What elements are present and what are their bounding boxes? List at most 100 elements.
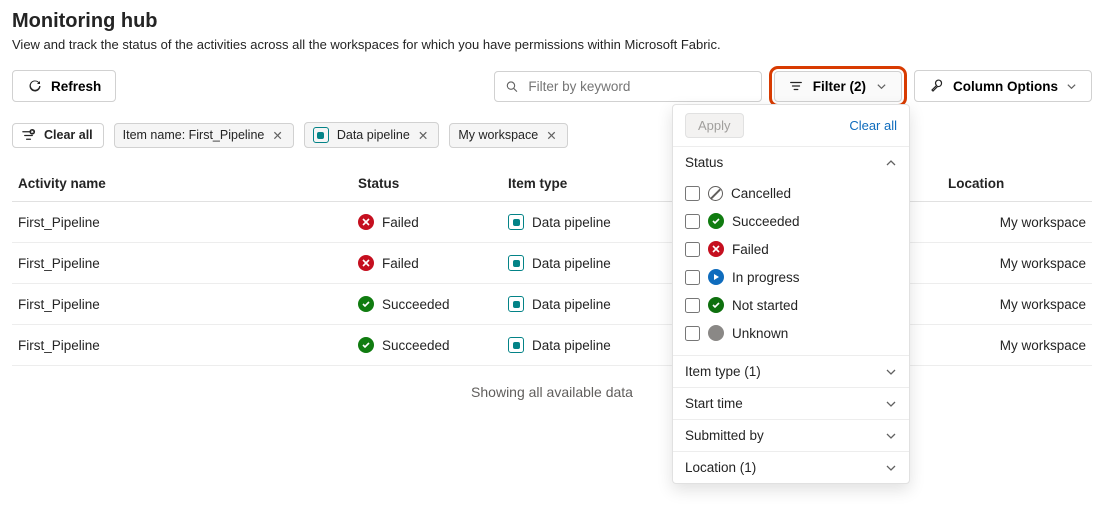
filter-section-label: Status (685, 155, 723, 170)
page-subtitle: View and track the status of the activit… (12, 37, 1092, 52)
filter-option-cancelled[interactable]: Cancelled (685, 180, 897, 207)
chip-item-name[interactable]: Item name: First_Pipeline ✕ (114, 123, 294, 148)
filter-icon (789, 79, 803, 93)
table-row[interactable]: First_PipelineSucceededData pipeline6:08… (12, 325, 1092, 366)
pipeline-icon (508, 296, 524, 312)
filter-section-label: Start time (685, 396, 743, 411)
col-header-itemtype[interactable]: Item type (502, 166, 682, 202)
chevron-down-icon (876, 81, 887, 92)
status-succeeded-icon (358, 337, 374, 353)
table-row[interactable]: First_PipelineSucceededData pipeline3:42… (12, 284, 1092, 325)
filter-clear-all-link[interactable]: Clear all (849, 118, 897, 133)
column-options-label: Column Options (953, 79, 1058, 94)
chip-label: Item name: First_Pipeline (123, 128, 265, 142)
status-succeeded-icon (708, 213, 724, 229)
search-box[interactable] (494, 71, 762, 102)
page-title: Monitoring hub (12, 10, 1092, 33)
table-row[interactable]: First_PipelineFailedData pipeline3:40 PM… (12, 202, 1092, 243)
cancelled-icon (708, 186, 723, 201)
status-succeeded-icon (358, 296, 374, 312)
wrench-icon (929, 78, 945, 94)
cell-activity: First_Pipeline (12, 243, 352, 284)
status-failed-icon (708, 241, 724, 257)
col-header-location[interactable]: Location (942, 166, 1092, 202)
filter-section-location[interactable]: Location (1) (673, 451, 909, 483)
pipeline-icon (313, 127, 329, 143)
clear-all-label: Clear all (44, 128, 93, 142)
filter-option-label: Unknown (732, 326, 788, 341)
filter-option-label: In progress (732, 270, 800, 285)
pipeline-icon (508, 337, 524, 353)
filter-section-submittedby[interactable]: Submitted by (673, 419, 909, 451)
filter-option-failed[interactable]: Failed (685, 235, 897, 263)
cell-location: My workspace (942, 243, 1092, 284)
cell-location: My workspace (942, 284, 1092, 325)
status-unknown-icon (708, 325, 724, 341)
chip-label: Data pipeline (337, 128, 410, 142)
cell-status: Succeeded (352, 284, 502, 325)
filter-checkbox[interactable] (685, 214, 700, 229)
cell-status: Succeeded (352, 325, 502, 366)
search-icon (505, 79, 519, 94)
cell-status: Failed (352, 243, 502, 284)
filter-checkbox[interactable] (685, 298, 700, 313)
cell-activity: First_Pipeline (12, 202, 352, 243)
filter-section-label: Item type (1) (685, 364, 761, 379)
status-notstarted-icon (708, 297, 724, 313)
filter-checkbox[interactable] (685, 270, 700, 285)
chevron-down-icon (885, 430, 897, 442)
cell-activity: First_Pipeline (12, 284, 352, 325)
filter-checkbox[interactable] (685, 326, 700, 341)
footer-text: Showing all available data (12, 366, 1092, 418)
filter-checkbox[interactable] (685, 186, 700, 201)
filter-option-unknown[interactable]: Unknown (685, 319, 897, 347)
filter-apply-button[interactable]: Apply (685, 113, 744, 138)
cell-activity: First_Pipeline (12, 325, 352, 366)
toolbar: Refresh Filter (2) Column Options (12, 70, 1092, 102)
chip-data-pipeline[interactable]: Data pipeline ✕ (304, 122, 439, 148)
pipeline-icon (508, 214, 524, 230)
chevron-down-icon (885, 398, 897, 410)
search-input[interactable] (526, 78, 750, 95)
chip-label: My workspace (458, 128, 538, 142)
cell-itemtype: Data pipeline (502, 202, 682, 243)
col-header-status[interactable]: Status (352, 166, 502, 202)
close-icon[interactable]: ✕ (546, 128, 556, 143)
filter-label: Filter (2) (813, 79, 866, 94)
filter-chips-row: Clear all Item name: First_Pipeline ✕ Da… (12, 122, 1092, 148)
filter-section-starttime[interactable]: Start time (673, 387, 909, 419)
filter-option-label: Succeeded (732, 214, 800, 229)
filter-section-itemtype[interactable]: Item type (1) (673, 355, 909, 387)
cell-location: My workspace (942, 202, 1092, 243)
filter-option-inprogress[interactable]: In progress (685, 263, 897, 291)
filter-section-label: Submitted by (685, 428, 764, 443)
filter-option-succeeded[interactable]: Succeeded (685, 207, 897, 235)
filter-option-notstarted[interactable]: Not started (685, 291, 897, 319)
refresh-button[interactable]: Refresh (12, 70, 116, 102)
table-row[interactable]: First_PipelineFailedData pipeline4:15 PM… (12, 243, 1092, 284)
activities-table: Activity name Status Item type Start tim… (12, 166, 1092, 366)
refresh-icon (27, 78, 43, 94)
filter-option-label: Not started (732, 298, 798, 313)
chip-my-workspace[interactable]: My workspace ✕ (449, 123, 567, 148)
col-header-activity[interactable]: Activity name (12, 166, 352, 202)
clear-all-chip[interactable]: Clear all (12, 123, 104, 148)
close-icon[interactable]: ✕ (418, 128, 428, 143)
chevron-down-icon (885, 366, 897, 378)
cell-status: Failed (352, 202, 502, 243)
filter-status-options: Cancelled Succeeded Failed In progress Not s… (673, 178, 909, 355)
cell-itemtype: Data pipeline (502, 325, 682, 366)
filter-button[interactable]: Filter (2) (774, 71, 902, 102)
filter-option-label: Cancelled (731, 186, 791, 201)
filter-section-label: Location (1) (685, 460, 756, 475)
refresh-label: Refresh (51, 79, 101, 94)
chevron-down-icon (885, 462, 897, 474)
column-options-button[interactable]: Column Options (914, 70, 1092, 102)
status-inprogress-icon (708, 269, 724, 285)
cell-itemtype: Data pipeline (502, 284, 682, 325)
filter-checkbox[interactable] (685, 242, 700, 257)
filter-panel: Apply Clear all Status Cancelled Succeede… (672, 104, 910, 484)
close-icon[interactable]: ✕ (272, 128, 282, 143)
filter-option-label: Failed (732, 242, 769, 257)
filter-section-status[interactable]: Status (673, 146, 909, 178)
